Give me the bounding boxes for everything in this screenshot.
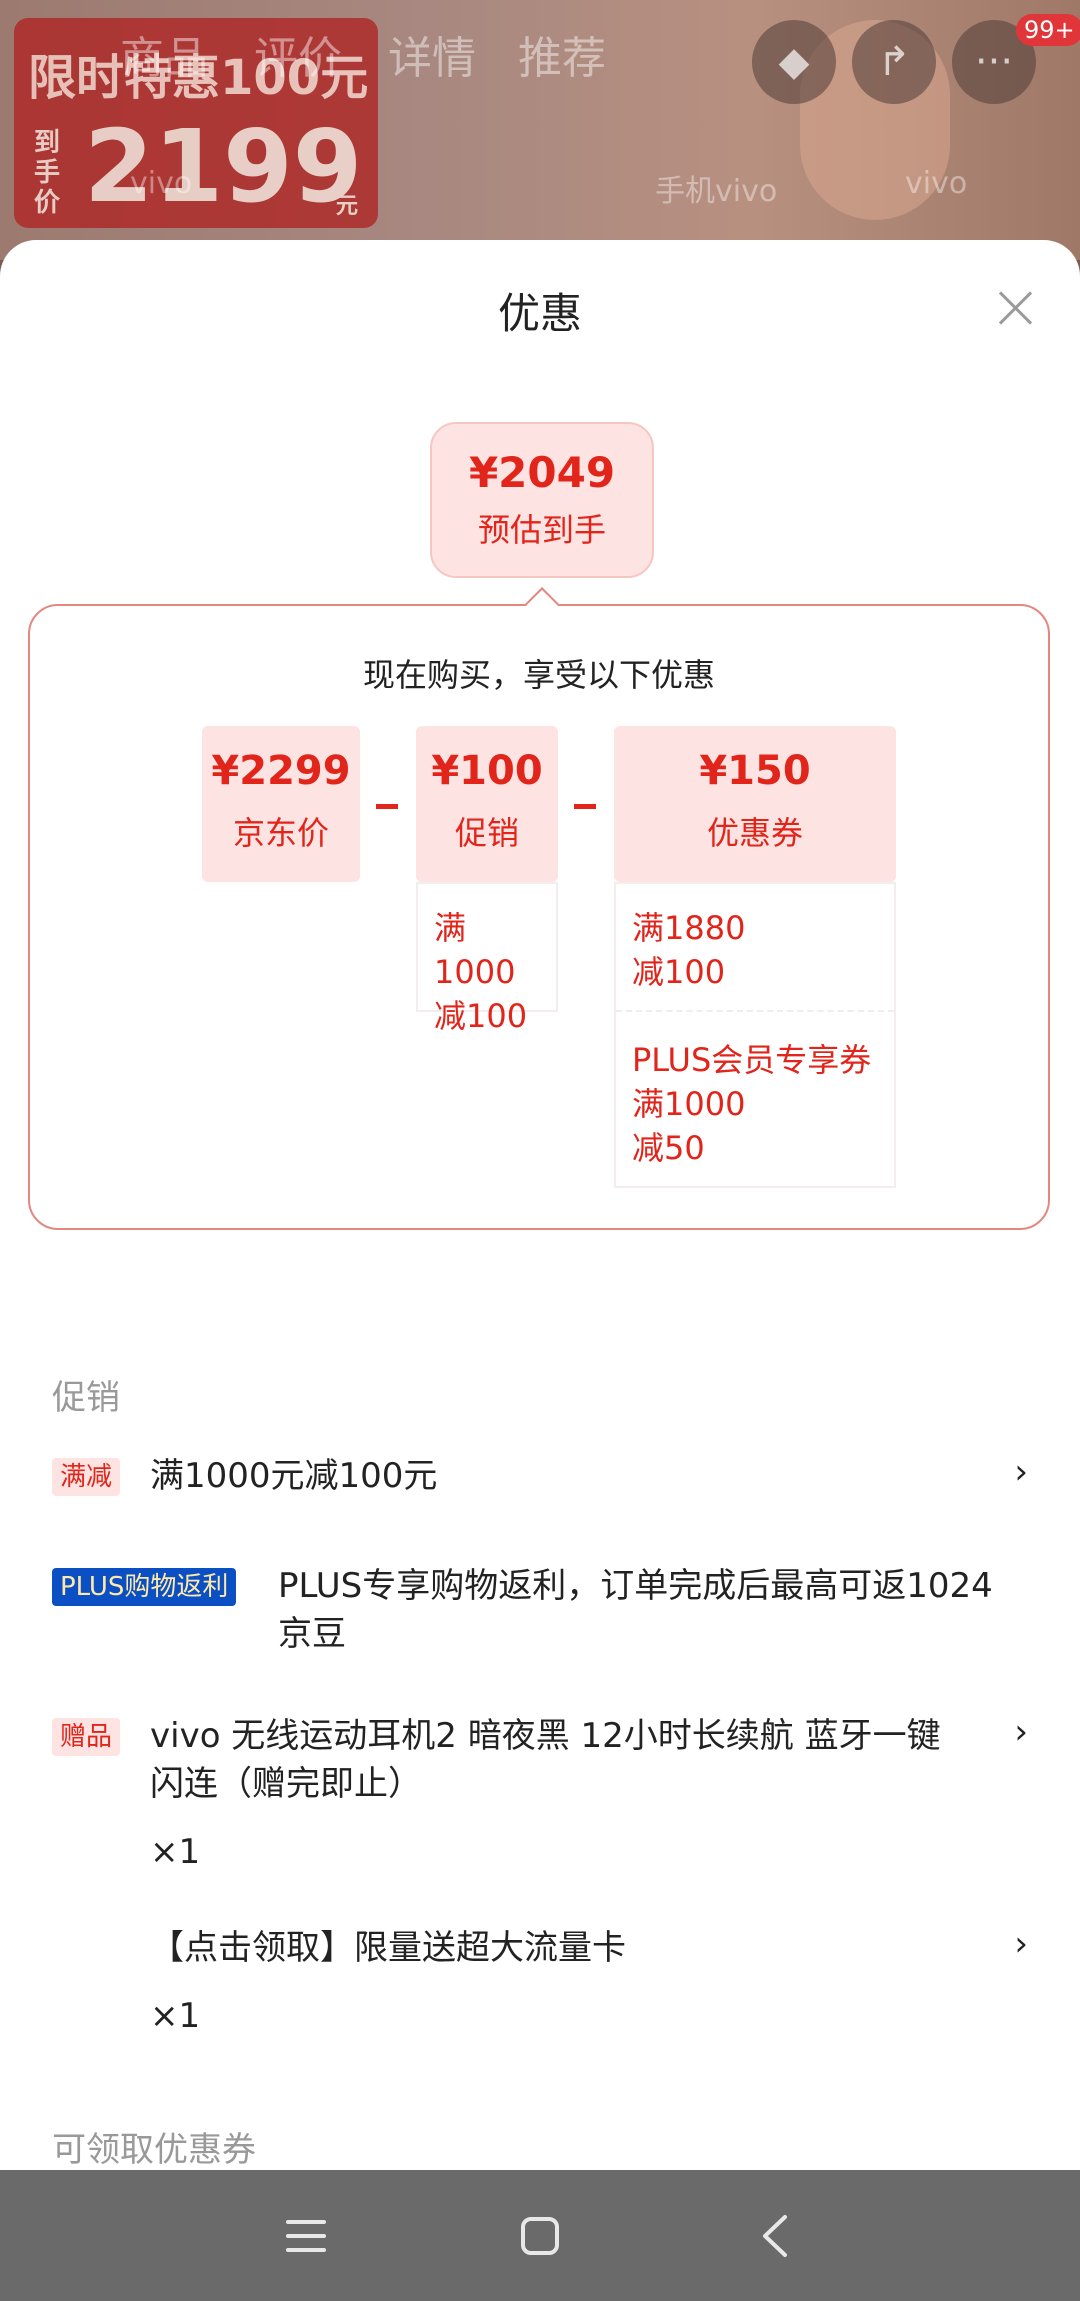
promotion-detail: 满1000 减100 <box>416 882 558 1035</box>
menu-icon[interactable] <box>278 2208 334 2264</box>
promo-section-label: 促销 <box>52 1378 120 1418</box>
coupon-label: 优惠券 <box>706 814 803 852</box>
promotion-label: 促销 <box>454 814 519 852</box>
promo-item-data-card[interactable]: 【点击领取】限量送超大流量卡 ×1 › <box>52 1924 1028 2044</box>
brand-text: 手机vivo <box>655 174 778 209</box>
store-icon[interactable]: ◆ <box>752 20 836 104</box>
promo-text: 闪连（赠完即止） <box>150 1764 422 1804</box>
promo-text: vivo 无线运动耳机2 暗夜黑 12小时长续航 蓝牙一键 <box>150 1716 941 1756</box>
promo-text: PLUS专享购物返利，订单完成后最高可返1024 <box>278 1566 993 1606</box>
promotion-value: ¥100 <box>431 748 543 794</box>
back-icon[interactable] <box>746 2208 802 2264</box>
sheet-title: 优惠 <box>497 289 582 338</box>
minus-icon <box>376 804 398 809</box>
message-count-badge: 99+ <box>1016 14 1080 46</box>
chevron-right-icon: › <box>1014 1712 1028 1752</box>
brand-text: vivo <box>905 166 968 201</box>
breakdown-subtitle: 现在购买，享受以下优惠 <box>362 656 715 694</box>
promo-tag: PLUS购物返利 <box>52 1568 237 1606</box>
gift-quantity: ×1 <box>150 1996 201 2036</box>
close-icon[interactable] <box>992 284 1038 330</box>
estimated-price: ¥2049 <box>468 448 616 497</box>
promo-tag: 满减 <box>52 1458 121 1496</box>
divider <box>616 1010 894 1012</box>
background-product-page: 限时特惠100元 到手价 2199 元 商品 评价 详情 推荐 vivo 手机v… <box>0 0 1080 260</box>
system-navigation-bar <box>0 2170 1080 2301</box>
promotion-cell: ¥100 促销 <box>416 726 558 882</box>
gift-quantity: ×1 <box>150 1832 201 1872</box>
promo-item-gift[interactable]: 赠品 vivo 无线运动耳机2 暗夜黑 12小时长续航 蓝牙一键 闪连（赠完即止… <box>52 1712 1028 1872</box>
brand-text: vivo <box>130 166 193 201</box>
estimated-price-box: ¥2049 预估到手 <box>430 422 654 578</box>
promo-item-full-reduction[interactable]: 满减 满1000元减100元 › <box>52 1452 1028 1512</box>
chevron-right-icon: › <box>1014 1924 1028 1964</box>
tab-details[interactable]: 详情 <box>388 22 476 86</box>
home-icon[interactable] <box>512 2208 568 2264</box>
coupon-value: ¥150 <box>699 748 811 794</box>
jd-price-cell: ¥2299 京东价 <box>202 726 360 882</box>
jd-price-value: ¥2299 <box>211 748 351 794</box>
promo-item-plus-rebate: PLUS购物返利 PLUS专享购物返利，订单完成后最高可返1024 京豆 <box>52 1562 1028 1662</box>
estimated-price-label: 预估到手 <box>477 511 606 549</box>
promo-text: 满1000元减100元 <box>150 1456 438 1496</box>
tab-product[interactable]: 商品 <box>120 22 208 86</box>
coupon-detail: 满1880 减100 PLUS会员专享券 满1000 减50 <box>614 882 896 1188</box>
tab-recommend[interactable]: 推荐 <box>518 22 606 86</box>
discount-sheet: 优惠 ¥2049 预估到手 现在购买，享受以下优惠 ¥2299 京东价 ¥100… <box>0 240 1080 2170</box>
share-icon[interactable]: ↱ <box>852 20 936 104</box>
chevron-right-icon: › <box>1014 1452 1028 1492</box>
discount-breakdown-card: 现在购买，享受以下优惠 ¥2299 京东价 ¥100 促销 满1000 减100… <box>28 604 1050 1230</box>
promo-text: 京豆 <box>278 1614 346 1654</box>
promo-text: 【点击领取】限量送超大流量卡 <box>150 1928 626 1968</box>
jd-price-label: 京东价 <box>232 814 329 852</box>
tab-reviews[interactable]: 评价 <box>254 22 342 86</box>
coupon-section-label: 可领取优惠券 <box>52 2130 256 2170</box>
promo-tag: 赠品 <box>52 1718 121 1756</box>
coupon-cell: ¥150 优惠券 <box>614 726 896 882</box>
minus-icon <box>574 804 596 809</box>
